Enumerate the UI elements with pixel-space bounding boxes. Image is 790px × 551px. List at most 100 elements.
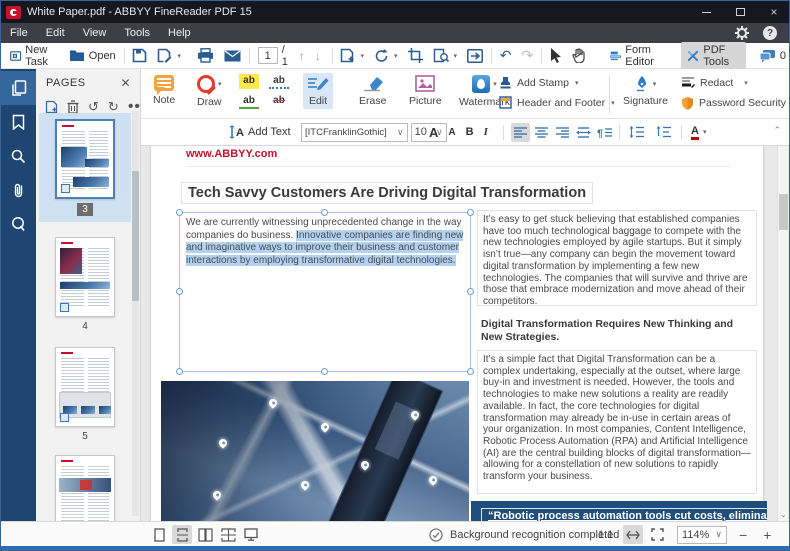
document-scrollbar[interactable]: ⌄	[777, 146, 788, 521]
italic-button[interactable]: I	[484, 126, 488, 138]
document-subheading[interactable]: Digital Transformation Requires New Thin…	[481, 318, 751, 344]
city-photo[interactable]	[161, 381, 469, 521]
rail-search-tab[interactable]	[1, 139, 36, 173]
presentation-view-button[interactable]	[241, 525, 261, 544]
increase-font-button[interactable]: A	[429, 125, 438, 140]
edit-tool[interactable]: Edit	[303, 73, 333, 109]
settings-gear-icon[interactable]	[735, 26, 749, 40]
undo-button[interactable]: ↶	[495, 45, 517, 67]
save-button[interactable]	[127, 45, 152, 67]
font-color-button[interactable]: A ▾	[691, 122, 706, 142]
text-block[interactable]: It’s a simple fact that Digital Transfor…	[477, 350, 757, 494]
save-as-button[interactable]: ▾	[152, 45, 186, 67]
comments-button[interactable]: 0	[754, 45, 790, 67]
new-task-button[interactable]: New Task	[5, 45, 64, 67]
menu-edit[interactable]: Edit	[37, 23, 74, 43]
menu-file[interactable]: File	[1, 23, 37, 43]
scrollbar-thumb[interactable]	[779, 194, 788, 230]
actual-size-button[interactable]: 1:1	[598, 525, 613, 544]
form-editor-button[interactable]: Form Editor	[605, 45, 671, 67]
resize-handle[interactable]	[176, 288, 183, 295]
menu-tools[interactable]: Tools	[115, 23, 159, 43]
hand-tool-button[interactable]	[567, 45, 591, 67]
panel-scrollbar[interactable]	[132, 111, 139, 516]
align-left-button[interactable]	[511, 123, 530, 142]
highlight-tool[interactable]: ab	[239, 74, 259, 89]
zoom-in-button[interactable]: +	[763, 527, 771, 543]
resize-handle[interactable]	[176, 368, 183, 375]
open-button[interactable]: Open	[64, 45, 121, 67]
text-block[interactable]: It’s easy to get stuck believing that es…	[477, 210, 757, 306]
facing-continuous-view-button[interactable]	[218, 525, 238, 544]
resize-handle[interactable]	[467, 209, 474, 216]
rail-pages-tab[interactable]	[1, 71, 36, 105]
add-stamp-button[interactable]: Add Stamp▾	[499, 76, 615, 89]
paragraph-spacing-button[interactable]	[654, 123, 673, 142]
align-center-button[interactable]	[532, 123, 551, 142]
menu-view[interactable]: View	[74, 23, 116, 43]
redo-button[interactable]: ↷	[516, 45, 538, 67]
picture-tool[interactable]: Picture	[405, 73, 446, 109]
underline-dotted-tool[interactable]: ab	[269, 74, 289, 89]
align-right-button[interactable]	[553, 123, 572, 142]
resize-handle[interactable]	[321, 209, 328, 216]
single-page-view-button[interactable]	[149, 525, 169, 544]
resize-handle[interactable]	[467, 368, 474, 375]
signature-tool[interactable]: ▾ Signature	[619, 73, 672, 109]
help-icon[interactable]: ?	[763, 26, 777, 40]
add-text-button[interactable]: A Add Text	[229, 122, 291, 142]
resize-handle[interactable]	[176, 209, 183, 216]
crop-button[interactable]	[403, 45, 428, 67]
print-button[interactable]	[192, 45, 219, 67]
fit-width-button[interactable]	[623, 525, 643, 544]
page-thumbnail[interactable]: 6	[39, 455, 131, 521]
redact-button[interactable]: Redact▾	[681, 76, 786, 89]
pdf-tools-button[interactable]: PDF Tools	[681, 42, 746, 70]
send-to-editor-button[interactable]	[462, 45, 488, 67]
line-spacing-button[interactable]	[627, 123, 646, 142]
fit-page-button[interactable]	[647, 525, 667, 544]
page-thumbnail[interactable]: 4	[39, 237, 131, 332]
panel-add-page-icon[interactable]	[45, 100, 58, 114]
resize-handle[interactable]	[321, 368, 328, 375]
note-tool[interactable]: Note	[149, 73, 179, 108]
add-pages-button[interactable]: ▾	[335, 45, 369, 67]
rail-digital-signatures-tab[interactable]	[1, 207, 36, 241]
strikethrough-tool[interactable]: ab	[269, 94, 289, 109]
menu-help[interactable]: Help	[159, 23, 200, 43]
rail-attachments-tab[interactable]	[1, 173, 36, 207]
page-thumbnail[interactable]: 5	[39, 347, 131, 442]
page-number-input[interactable]: 1	[258, 47, 278, 64]
email-button[interactable]	[219, 45, 246, 67]
minimize-button[interactable]	[689, 1, 723, 23]
rail-bookmarks-tab[interactable]	[1, 105, 36, 139]
close-button[interactable]: ×	[757, 1, 790, 23]
facing-pages-view-button[interactable]	[195, 525, 215, 544]
header-footer-button[interactable]: Header and Footer▾	[499, 96, 615, 109]
bold-button[interactable]: B	[466, 126, 474, 138]
continuous-view-button[interactable]	[172, 525, 192, 544]
panel-delete-page-icon[interactable]	[67, 100, 79, 114]
underline-tool[interactable]: ab	[239, 94, 259, 109]
select-tool-button[interactable]	[545, 45, 567, 67]
erase-tool[interactable]: Erase	[355, 73, 390, 109]
preview-button[interactable]: ▾	[428, 45, 463, 67]
rotate-pages-button[interactable]: ▾	[369, 45, 403, 67]
font-family-select[interactable]: [ITCFranklinGothic]∨	[301, 123, 408, 142]
previous-page-icon[interactable]: ↑	[296, 49, 308, 63]
document-heading[interactable]: Tech Savvy Customers Are Driving Digital…	[181, 182, 593, 204]
selected-text-block[interactable]: We are currently witnessing unprecedente…	[179, 212, 471, 372]
justify-button[interactable]	[574, 123, 593, 142]
paragraph-settings-button[interactable]: ¶	[595, 123, 614, 142]
scroll-down-icon[interactable]: ⌄	[780, 510, 787, 519]
password-security-button[interactable]: Password Security	[681, 96, 786, 110]
collapse-toolbar-button[interactable]: ⌃	[773, 125, 781, 136]
draw-tool[interactable]: ▾ Draw	[193, 73, 226, 110]
zoom-out-button[interactable]: −	[739, 527, 747, 543]
resize-handle[interactable]	[467, 288, 474, 295]
quote-callout[interactable]: “Robotic process automation tools cut co…	[471, 501, 767, 521]
next-page-icon[interactable]: ↓	[312, 49, 324, 63]
page-thumbnail[interactable]: 3	[39, 113, 131, 222]
close-panel-icon[interactable]: ✕	[120, 76, 131, 90]
decrease-font-button[interactable]: A	[448, 127, 455, 138]
